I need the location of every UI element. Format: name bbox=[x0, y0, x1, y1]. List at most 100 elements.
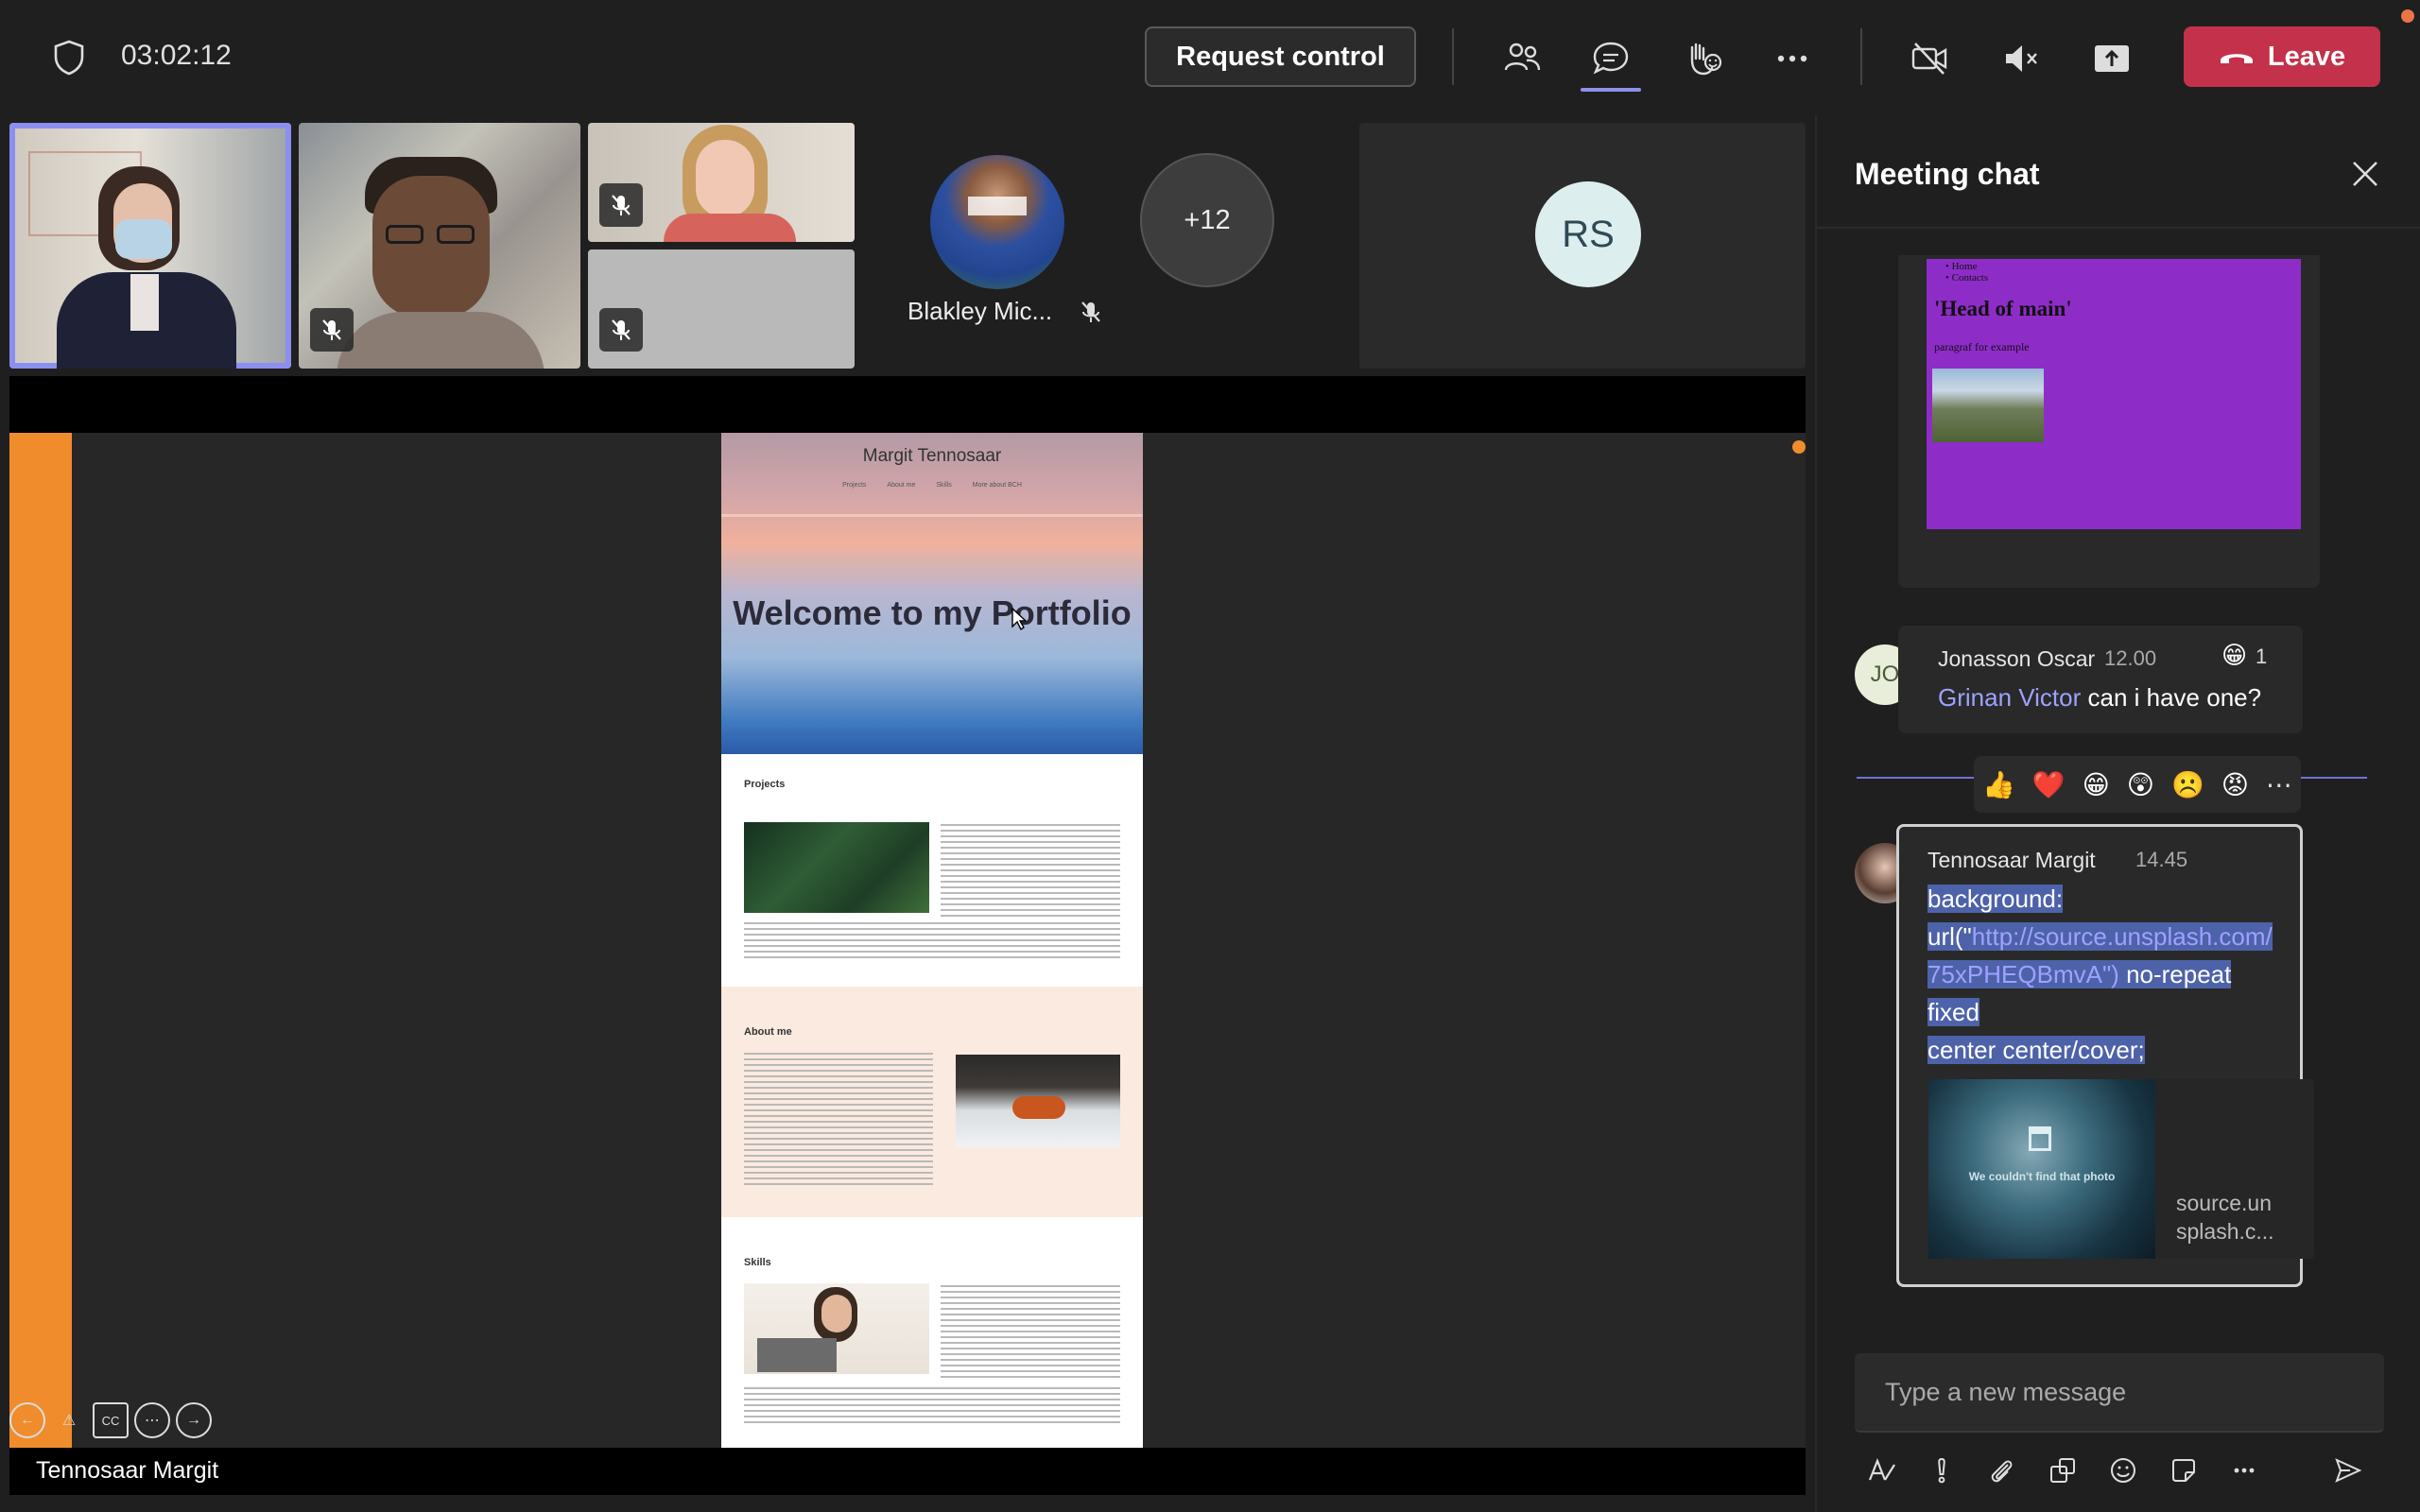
more-icon[interactable]: ⋯ bbox=[134, 1402, 170, 1438]
people-icon[interactable] bbox=[1492, 28, 1552, 89]
message-input[interactable] bbox=[1855, 1353, 2384, 1431]
message-sender: Tennosaar Margit bbox=[1927, 848, 2096, 872]
portfolio-nav: Projects About me Skills More about BCH bbox=[721, 482, 1143, 489]
more-reactions-icon[interactable]: ⋯ bbox=[2266, 769, 2292, 800]
message-link[interactable]: http://source.unsplash.com/ bbox=[1971, 922, 2273, 951]
reaction-picker: 👍 ❤️ 😁 😲 ☹️ 😡 ⋯ bbox=[1974, 756, 2301, 813]
attach-icon[interactable] bbox=[1985, 1453, 2019, 1487]
angry-icon[interactable]: 😡 bbox=[2221, 769, 2249, 800]
shared-screenshot-image[interactable]: • Home • Contacts 'Head of main' paragra… bbox=[1927, 259, 2301, 529]
face-mask bbox=[115, 219, 172, 259]
mic-muted-icon bbox=[310, 308, 354, 352]
react-icon[interactable] bbox=[1673, 28, 1734, 89]
share-screen-icon[interactable] bbox=[2082, 28, 2142, 89]
participant-video-tile[interactable] bbox=[588, 249, 855, 369]
important-icon[interactable] bbox=[1925, 1453, 1959, 1487]
person-body bbox=[664, 214, 796, 242]
loop-component-icon[interactable] bbox=[2046, 1453, 2080, 1487]
chat-icon[interactable] bbox=[1581, 28, 1641, 89]
lorem-text-block bbox=[941, 1285, 1120, 1382]
surprised-icon[interactable]: 😲 bbox=[2127, 769, 2154, 800]
heart-icon[interactable]: ❤️ bbox=[2032, 769, 2066, 800]
portfolio-section-title: About me bbox=[744, 1026, 792, 1038]
screenshot-list-item: • Contacts bbox=[1945, 272, 1989, 284]
camera-off-icon[interactable] bbox=[1900, 28, 1961, 89]
participant-video-tile[interactable] bbox=[299, 123, 580, 369]
presenter-indicator-bar bbox=[9, 433, 72, 1448]
portfolio-section-skills: Skills bbox=[721, 1217, 1143, 1448]
person-face bbox=[696, 140, 754, 217]
participant-video-tile[interactable] bbox=[588, 123, 855, 242]
person-face bbox=[821, 1295, 852, 1332]
mention-link[interactable]: Grinan Victor bbox=[1938, 683, 2081, 712]
message-compose-box[interactable] bbox=[1855, 1353, 2384, 1433]
leave-button[interactable]: Leave bbox=[2184, 26, 2380, 87]
captions-icon[interactable]: CC bbox=[93, 1402, 129, 1438]
mic-muted-icon bbox=[599, 183, 643, 227]
thumbs-up-icon[interactable]: 👍 bbox=[1982, 769, 2015, 800]
reaction-count: 1 bbox=[2256, 644, 2268, 668]
fern-image bbox=[744, 822, 929, 913]
meeting-toolbar: 03:02:12 Request control Leave bbox=[0, 0, 2420, 115]
portfolio-hero-heading: Welcome to my Portfolio bbox=[733, 593, 1132, 632]
warning-icon[interactable]: ⚠ bbox=[51, 1402, 87, 1438]
person-body bbox=[337, 312, 544, 369]
lorem-text-block bbox=[941, 824, 1120, 920]
participant-video-tile[interactable] bbox=[9, 123, 291, 369]
participant-avatar[interactable] bbox=[930, 155, 1064, 289]
mouse-cursor-icon bbox=[1011, 607, 1028, 631]
more-participants-button[interactable]: +12 bbox=[1140, 153, 1274, 287]
message-link[interactable]: 75xPHEQBmvA") bbox=[1927, 960, 2119, 988]
more-options-icon[interactable] bbox=[1762, 28, 1823, 89]
next-icon[interactable]: → bbox=[176, 1402, 212, 1438]
portfolio-hero: Margit Tennosaar Projects About me Skill… bbox=[721, 433, 1143, 754]
portfolio-section-title: Skills bbox=[744, 1257, 771, 1268]
fox-image bbox=[956, 1055, 1120, 1147]
unsplash-logo bbox=[2029, 1126, 2051, 1151]
link-preview-message: We couldn't find that photo bbox=[1968, 1170, 2116, 1183]
glasses-left bbox=[386, 225, 424, 244]
sticker-icon[interactable] bbox=[2167, 1453, 2201, 1487]
participant-strip: Blakley Mic... +12 RS bbox=[9, 123, 1806, 372]
laugh-icon[interactable]: 😁 bbox=[2083, 769, 2110, 800]
portfolio-nav-item: About me bbox=[887, 482, 916, 489]
message-text: background: url("http://source.unsplash.… bbox=[1927, 885, 2273, 1064]
toolbar-divider bbox=[1452, 28, 1454, 85]
mic-muted-icon bbox=[599, 308, 643, 352]
lorem-text-block bbox=[744, 922, 1120, 960]
request-control-button[interactable]: Request control bbox=[1145, 26, 1416, 87]
format-icon[interactable] bbox=[1864, 1453, 1898, 1487]
more-options-icon[interactable] bbox=[2227, 1453, 2261, 1487]
lorem-text-block bbox=[744, 1053, 933, 1185]
participant-avatar-tile[interactable]: RS bbox=[1359, 123, 1806, 369]
screenshot-list-item: • Home bbox=[1945, 261, 1978, 272]
phone-hangup-icon bbox=[2220, 54, 2253, 63]
share-top-bar bbox=[9, 376, 1806, 433]
speaker-muted-icon[interactable] bbox=[1991, 28, 2051, 89]
horizon-line bbox=[721, 514, 1143, 517]
sad-icon[interactable]: ☹️ bbox=[2171, 769, 2204, 800]
link-preview-image: We couldn't find that photo bbox=[1928, 1079, 2155, 1259]
screenshot-heading: 'Head of main' bbox=[1934, 297, 2072, 320]
meeting-timer: 03:02:12 bbox=[121, 40, 232, 71]
link-preview-card[interactable]: We couldn't find that photo source.un spl… bbox=[1928, 1079, 2314, 1259]
fox-body bbox=[1012, 1096, 1065, 1119]
chat-title: Meeting chat bbox=[1855, 157, 2040, 191]
screenshot-list: • Home • Contacts bbox=[1945, 261, 1988, 284]
message-time: 12.00 bbox=[2104, 646, 2157, 670]
portfolio-section-title: Projects bbox=[744, 779, 786, 790]
shield-icon bbox=[54, 40, 84, 76]
reaction-emoji[interactable]: 😁 bbox=[2221, 641, 2247, 670]
send-icon[interactable] bbox=[2331, 1453, 2365, 1487]
close-icon[interactable] bbox=[2348, 157, 2382, 191]
participant-name: Blakley Mic... bbox=[908, 297, 1053, 325]
presenter-caption-bar: Tennosaar Margit bbox=[9, 1448, 1806, 1495]
laptop bbox=[757, 1338, 837, 1372]
recording-dot bbox=[1792, 440, 1806, 454]
previous-icon[interactable]: ← bbox=[9, 1402, 45, 1438]
share-controls: ← ⚠ CC ⋯ → bbox=[9, 1402, 212, 1438]
laptop-woman-image bbox=[744, 1283, 929, 1374]
toolbar-divider bbox=[1860, 28, 1862, 85]
emoji-icon[interactable] bbox=[2106, 1453, 2140, 1487]
lorem-text-block bbox=[744, 1387, 1120, 1425]
